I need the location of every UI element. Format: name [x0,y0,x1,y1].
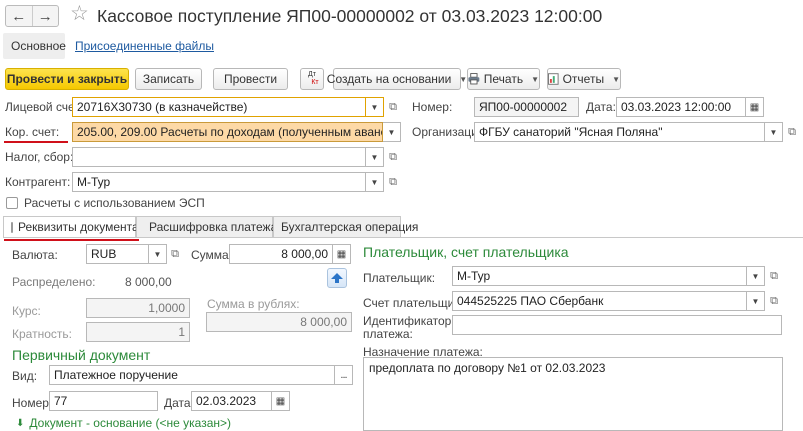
print-button[interactable]: Печать ▼ [467,68,540,90]
post-and-close-button[interactable]: Провести и закрыть [5,68,129,90]
tab-divider [3,237,803,238]
page-title: Кассовое поступление ЯП00-00000002 от 03… [97,6,603,26]
print-label: Печать [483,72,524,86]
rate-label: Курс: [12,304,41,318]
contractor-dropdown-icon[interactable]: ▼ [366,172,384,192]
tax-dropdown-icon[interactable]: ▼ [366,147,384,167]
payment-purpose-textarea[interactable]: предоплата по договору №1 от 02.03.2023 [363,357,783,431]
number-input[interactable]: ЯП00-00000002 [474,97,579,117]
reports-label: Отчеты [562,72,605,86]
open-icon[interactable]: ⧉ [384,173,402,191]
doc-date-label: Дата: [164,396,194,410]
tab-requisites-label: Реквизиты документа [18,220,139,234]
rub-sum-label: Сумма в рублях: [207,297,300,311]
report-icon [548,73,559,85]
calendar-icon[interactable]: ▦ [746,97,764,117]
primary-document-title: Первичный документ [12,347,151,363]
sum-label: Сумма: [191,248,233,262]
open-icon[interactable]: ⧉ [384,148,402,166]
payer-dropdown-icon[interactable]: ▼ [747,266,765,286]
forward-icon[interactable]: → [33,6,59,26]
dt-kt-button[interactable]: Дт Кт [300,68,324,90]
payer-input[interactable]: М-Тур [452,266,747,286]
organization-dropdown-icon[interactable]: ▼ [765,122,783,142]
personal-account-input[interactable]: 20716Х30730 (в казначействе) [72,97,366,117]
distribute-button[interactable] [327,268,347,288]
doc-date-input[interactable]: 02.03.2023 [191,391,272,411]
open-icon[interactable]: ⧉ [783,123,801,141]
history-nav: ← → [5,5,59,27]
tab-requisites[interactable]: Реквизиты документа [3,216,139,238]
save-button[interactable]: Записать [135,68,202,90]
number-label: Номер: [412,100,453,114]
rub-sum-input[interactable]: 8 000,00 [206,312,352,332]
corr-account-input[interactable]: 205.00, 209.00 Расчеты по доходам (получ… [72,122,383,142]
esp-label: Расчеты с использованием ЭСП [24,196,205,210]
date-label: Дата: [586,100,616,114]
contractor-label: Контрагент: [5,175,71,189]
create-based-on-label: Создать на основании [326,72,452,86]
esp-checkbox[interactable] [6,197,18,209]
rate-input[interactable]: 1,0000 [86,298,190,318]
document-icon [11,221,13,233]
corr-account-label: Кор. счет: [5,125,60,139]
currency-input[interactable]: RUB [86,244,149,264]
kind-label: Вид: [12,369,38,383]
tab-accounting-operation[interactable]: Бухгалтерская операция [273,216,418,238]
subtab-attached-files[interactable]: Присоединенные файлы [67,33,222,59]
calendar-icon[interactable]: ▦ [272,391,290,411]
organization-input[interactable]: ФГБУ санаторий "Ясная Поляна" [474,122,765,142]
chevron-down-icon: ▼ [531,74,539,84]
tax-label: Налог, сбор: [5,150,74,164]
open-icon[interactable]: ⧉ [765,267,783,285]
corr-account-dropdown-icon[interactable]: ▼ [383,122,401,142]
more-icon[interactable]: ... [335,365,353,385]
payment-id-input[interactable] [452,315,782,335]
distributed-label: Распределено: [12,275,96,289]
annotation-underline [4,239,139,241]
subtab-main[interactable]: Основное [3,33,66,59]
open-icon[interactable]: ⧉ [765,292,783,310]
payer-label: Плательщик: [363,271,436,285]
open-icon[interactable]: ⧉ [384,98,402,116]
favorite-star-icon[interactable]: ☆ [70,3,89,25]
payment-id-label-line2: платежа: [363,327,413,341]
distributed-value: 8 000,00 [125,275,172,289]
tab-payment-breakdown-label: Расшифровка платежа [149,220,278,234]
doc-number-input[interactable]: 77 [49,391,158,411]
multiplicity-input[interactable]: 1 [86,322,190,342]
reports-button[interactable]: Отчеты ▼ [547,68,621,90]
contractor-input[interactable]: М-Тур [72,172,366,192]
printer-icon [468,73,480,85]
create-based-on-button[interactable]: Создать на основании ▼ [327,68,467,90]
currency-label: Валюта: [12,248,58,262]
tax-input[interactable] [72,147,366,167]
sum-input[interactable]: 8 000,00 [229,244,333,264]
payer-account-input[interactable]: 044525225 ПАО Сбербанк [452,291,747,311]
calculator-icon[interactable]: ▦ [333,244,351,264]
kind-input[interactable]: Платежное поручение [49,365,335,385]
dt-icon-label: Дт [308,71,316,78]
payment-id-label: Идентификатор платежа: [363,315,451,341]
currency-dropdown-icon[interactable]: ▼ [149,244,167,264]
back-icon[interactable]: ← [6,6,33,26]
date-input[interactable]: 03.03.2023 12:00:00 [616,97,746,117]
tab-accounting-operation-label: Бухгалтерская операция [281,220,419,234]
basis-document-label: Документ - основание (<не указан>) [29,416,232,430]
open-icon[interactable]: ⧉ [166,245,184,263]
post-button[interactable]: Провести [213,68,288,90]
arrow-up-icon [331,273,343,283]
annotation-underline [4,141,68,143]
tab-payment-breakdown[interactable]: Расшифровка платежа [136,216,277,238]
arrow-down-icon: ⬇ [16,417,25,429]
personal-account-dropdown-icon[interactable]: ▼ [366,97,384,117]
payer-section-title: Плательщик, счет плательщика [363,244,569,260]
payer-account-dropdown-icon[interactable]: ▼ [747,291,765,311]
doc-number-label: Номер: [12,396,53,410]
chevron-down-icon: ▼ [612,74,620,84]
basis-document-link[interactable]: ⬇ Документ - основание (<не указан>) [16,416,231,430]
multiplicity-label: Кратность: [12,327,72,341]
kt-icon-label: Кт [311,79,319,86]
